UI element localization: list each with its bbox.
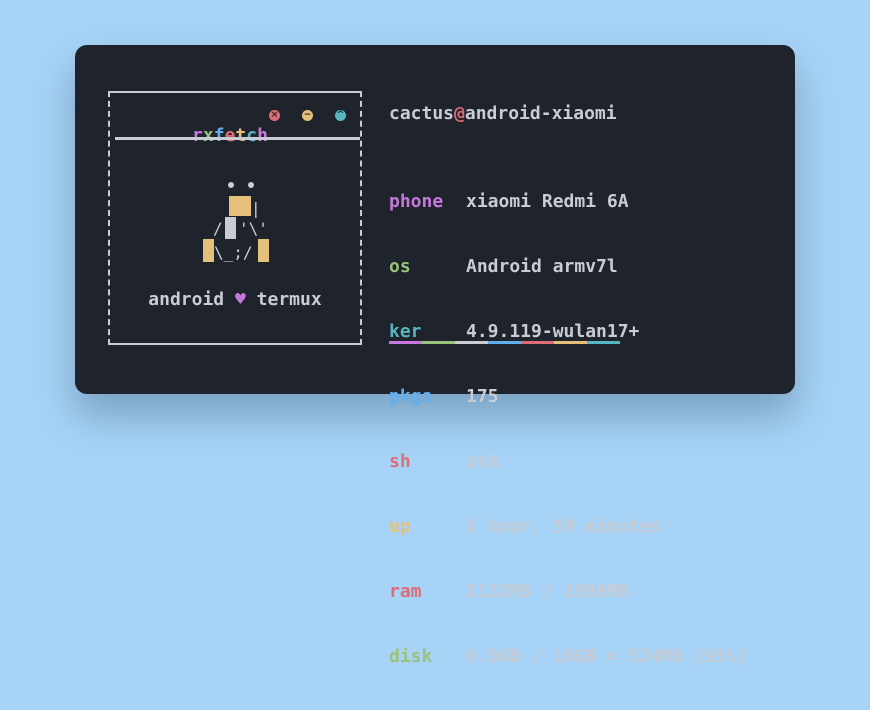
minimize-icon: − (303, 110, 312, 120)
palette-swatch (389, 341, 422, 344)
palette-swatch (521, 341, 554, 344)
info-key: disk (389, 646, 433, 667)
brand-letter: f (213, 125, 225, 146)
info-row: disk 9.0GB / 10GB = 524MB (95%) (389, 645, 748, 668)
tux-penguin-icon: / '\' | \_;/ (203, 182, 269, 262)
info-key: sh (389, 451, 411, 472)
logo-caption: android ♥ termux (110, 289, 360, 310)
info-row: phone xiaomi Redmi 6A (389, 190, 748, 213)
brand-letter: e (224, 125, 236, 146)
info-row: up 1 hour, 59 minutes (389, 515, 748, 538)
brand-letter: t (235, 125, 247, 146)
info-key: ker (389, 321, 422, 342)
svg-text:|: | (251, 199, 261, 218)
hostname: android-xiaomi (464, 103, 617, 124)
brand-letter: x (202, 125, 214, 146)
brand-letter: r (192, 125, 203, 146)
brand-letter: h (257, 125, 268, 146)
minimize-button[interactable]: − (302, 110, 313, 121)
info-value: Android armv7l (466, 256, 618, 277)
app-brand: rxfetch (127, 104, 268, 167)
maximize-button[interactable]: ^ (335, 110, 346, 121)
palette-swatch (422, 341, 455, 344)
info-key: phone (389, 191, 444, 212)
brand-letter: c (246, 125, 258, 146)
info-row: pkgs 175 (389, 385, 748, 408)
info-key: ram (389, 581, 422, 602)
username: cactus (389, 103, 455, 124)
info-value: 4.9.119-wulan17+ (466, 321, 640, 342)
info-value: 1 hour, 59 minutes (466, 516, 662, 537)
title-separator (115, 137, 360, 140)
info-row: ker 4.9.119-wulan17+ (389, 320, 748, 343)
palette-swatch (554, 341, 587, 344)
user-host: cactus@android-xiaomi (389, 103, 617, 124)
close-button[interactable]: × (269, 110, 280, 121)
caption-left: android (148, 289, 225, 310)
info-key: pkgs (389, 386, 433, 407)
info-value: zsh (466, 451, 499, 472)
info-key: os (389, 256, 411, 277)
logo-box: rxfetch × − ^ / '\' | \_;/ android ♥ ter… (108, 91, 362, 345)
info-value: xiaomi Redmi 6A (466, 191, 629, 212)
color-palette-bar (389, 341, 620, 344)
heart-icon: ♥ (234, 289, 246, 310)
terminal-window: rxfetch × − ^ / '\' | \_;/ android ♥ ter… (75, 45, 795, 667)
system-info: phone xiaomi Redmi 6A os Android armv7l ke… (389, 148, 748, 710)
svg-text:\_;/: \_;/ (214, 243, 253, 262)
palette-swatch (455, 341, 488, 344)
svg-text:'\': '\' (239, 219, 268, 238)
palette-swatch (587, 341, 620, 344)
close-icon: × (270, 110, 279, 120)
palette-swatch (488, 341, 521, 344)
info-row: os Android armv7l (389, 255, 748, 278)
info-value: 1132MB / 1899MB (466, 581, 629, 602)
info-row: ram 1132MB / 1899MB (389, 580, 748, 603)
svg-text:/: / (213, 219, 223, 238)
caption-right: termux (256, 289, 322, 310)
info-row: sh zsh (389, 450, 748, 473)
info-value: 175 (466, 386, 499, 407)
logo-box-top-border (108, 91, 362, 93)
info-value: 9.0GB / 10GB = 524MB (95%) (466, 646, 748, 667)
at-sign: @ (454, 103, 465, 124)
info-key: up (389, 516, 411, 537)
maximize-icon: ^ (336, 110, 345, 120)
